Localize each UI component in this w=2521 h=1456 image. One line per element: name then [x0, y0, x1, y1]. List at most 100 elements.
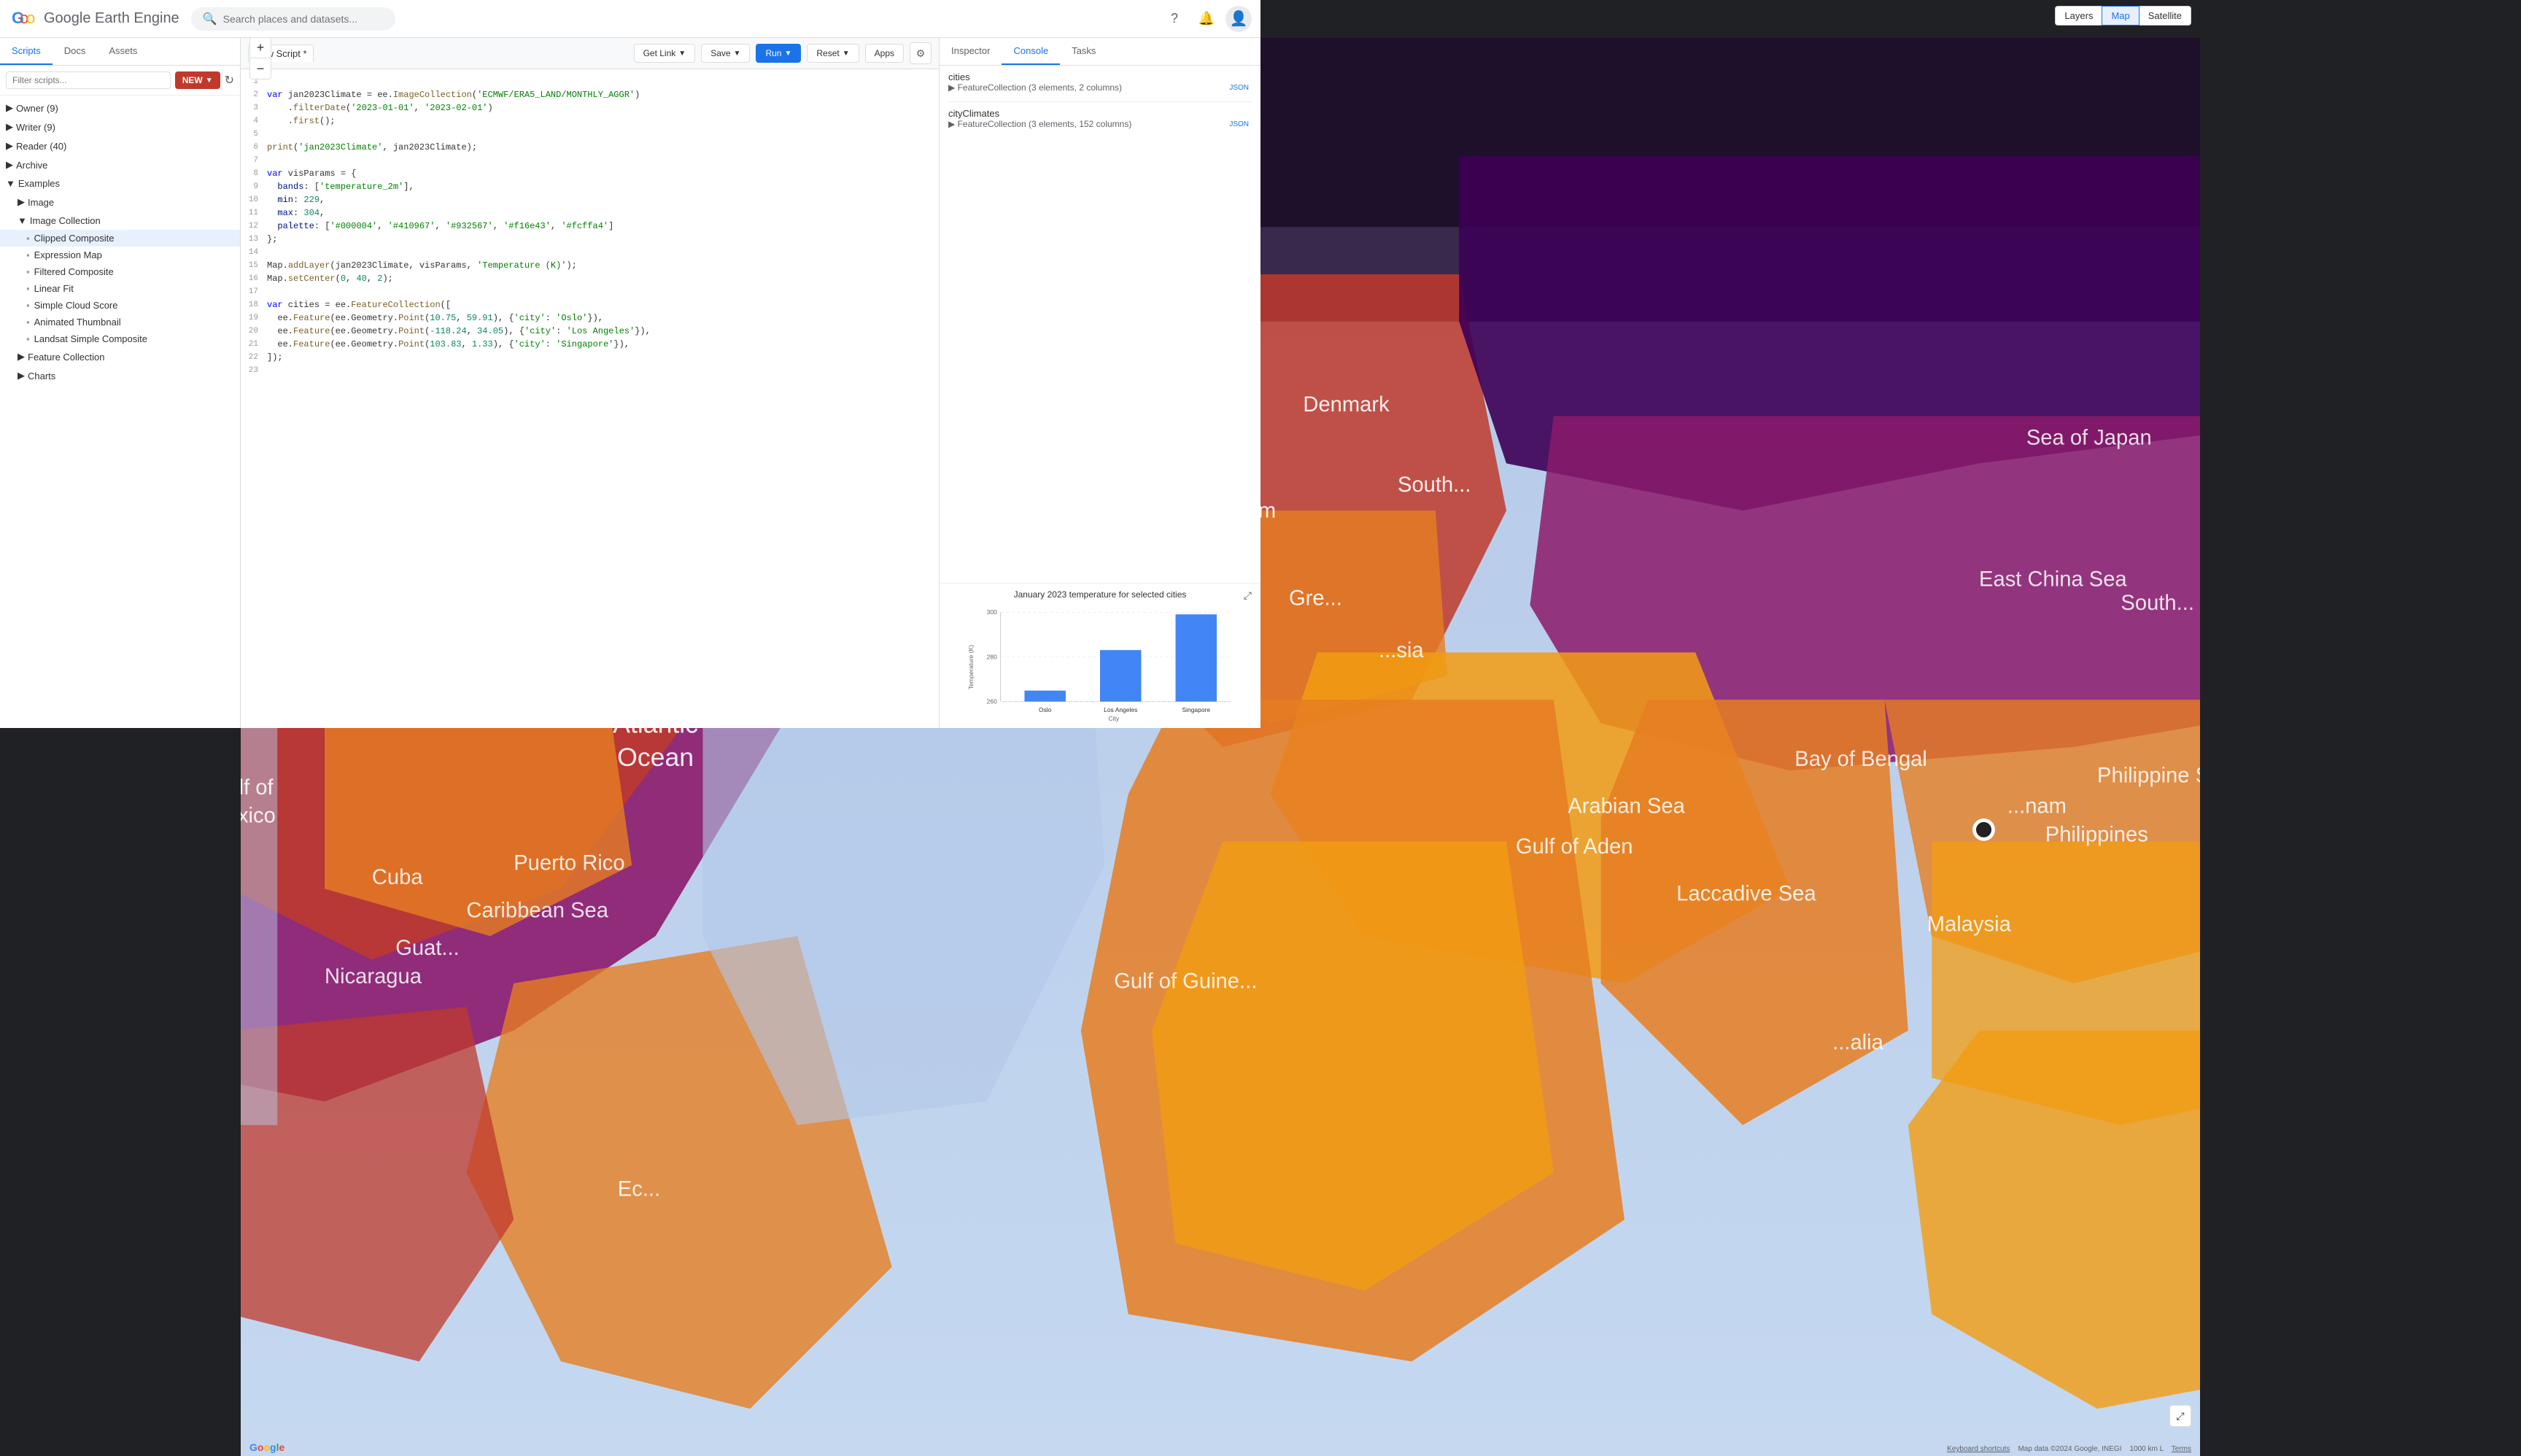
code-line: 7 [241, 154, 939, 167]
search-bar[interactable]: 🔍 [191, 7, 395, 31]
map-type-controls: Layers Map Satellite [2055, 6, 2191, 26]
editor-toolbar: New Script * Get Link ▼ Save ▼ Run ▼ Res… [241, 38, 939, 69]
svg-text:Malaysia: Malaysia [1927, 913, 2012, 937]
chart-title: January 2023 temperature for selected ci… [948, 589, 1252, 600]
chevron-right-icon: ▶ [6, 102, 13, 114]
chevron-down-icon: ▼ [6, 178, 15, 189]
chevron-right-icon: ▶ [18, 351, 25, 363]
get-link-button[interactable]: Get Link ▼ [634, 44, 696, 63]
tree-item-filtered-composite[interactable]: ▪ Filtered Composite [0, 263, 240, 280]
map-type-map-button[interactable]: Map [2102, 6, 2139, 26]
tree-group-examples[interactable]: ▼ Examples [0, 174, 240, 193]
chevron-right-icon: ▶ [6, 121, 13, 133]
tree-item-clipped-composite[interactable]: ▪ Clipped Composite [0, 230, 240, 247]
tree-group-writer[interactable]: ▶ Writer (9) [0, 117, 240, 136]
code-line: 23 [241, 364, 939, 377]
json-badge[interactable]: JSON [1226, 120, 1252, 129]
svg-text:Gulf of Aden: Gulf of Aden [1516, 835, 1633, 859]
new-script-button[interactable]: NEW ▼ [175, 71, 220, 89]
logo-text: Google Earth Engine [44, 10, 179, 27]
tree-group-archive[interactable]: ▶ Archive [0, 155, 240, 174]
dropdown-arrow-icon: ▼ [843, 50, 850, 58]
tab-scripts[interactable]: Scripts [0, 38, 53, 65]
console-divider [948, 101, 1252, 102]
tree-group-feature-collection[interactable]: ▶ Feature Collection [0, 347, 240, 366]
code-line: 22]); [241, 351, 939, 364]
logo: G o o Google Earth Engine [9, 4, 179, 34]
zoom-out-button[interactable]: − [250, 58, 271, 79]
header: G o o Google Earth Engine 🔍 ? 🔔 👤 [0, 0, 1260, 38]
settings-button[interactable]: ⚙ [910, 42, 932, 64]
code-line: 1 [241, 75, 939, 88]
code-line: 12 palette: ['#000004', '#410967', '#932… [241, 220, 939, 233]
code-editor[interactable]: 1 2var jan2023Climate = ee.ImageCollecti… [241, 69, 939, 728]
tree-item-animated-thumbnail[interactable]: ▪ Animated Thumbnail [0, 314, 240, 330]
svg-text:City: City [1109, 715, 1120, 722]
filter-scripts-input[interactable] [6, 71, 171, 89]
run-button[interactable]: Run ▼ [756, 44, 801, 63]
tree-group-image[interactable]: ▶ Image [0, 193, 240, 212]
tree-item-landsat-simple-composite[interactable]: ▪ Landsat Simple Composite [0, 330, 240, 347]
tree-group-owner[interactable]: ▶ Owner (9) [0, 98, 240, 117]
code-line: 6print('jan2023Climate', jan2023Climate)… [241, 141, 939, 154]
svg-text:Guat...: Guat... [395, 937, 460, 960]
code-line: 20 ee.Feature(ee.Geometry.Point(-118.24,… [241, 325, 939, 338]
svg-text:Ec...: Ec... [618, 1178, 660, 1201]
apps-button[interactable]: Apps [865, 44, 904, 63]
console-expand-icon[interactable]: ▶ FeatureCollection (3 elements, 152 col… [948, 119, 1220, 129]
tree-group-image-collection[interactable]: ▼ Image Collection [0, 212, 240, 230]
svg-text:...sia: ...sia [1379, 639, 1424, 662]
tree-group-charts[interactable]: ▶ Charts [0, 366, 240, 385]
save-button[interactable]: Save ▼ [701, 44, 750, 63]
refresh-button[interactable]: ↻ [225, 73, 234, 88]
code-line: 3 .filterDate('2023-01-01', '2023-02-01'… [241, 101, 939, 115]
tab-docs[interactable]: Docs [53, 38, 98, 65]
tree-item-linear-fit[interactable]: ▪ Linear Fit [0, 280, 240, 297]
tab-inspector[interactable]: Inspector [940, 38, 1002, 65]
file-icon: ▪ [26, 266, 30, 277]
svg-text:280: 280 [987, 653, 997, 660]
console-value: ▶ FeatureCollection (3 elements, 152 col… [948, 119, 1252, 129]
console-key: cities [948, 71, 1252, 82]
code-line: 18var cities = ee.FeatureCollection([ [241, 298, 939, 311]
code-line: 11 max: 304, [241, 206, 939, 220]
chart-expand-button[interactable]: ⤢ [1244, 589, 1252, 602]
svg-text:Ocean: Ocean [617, 743, 694, 772]
svg-text:Temperature (K): Temperature (K) [967, 645, 975, 689]
console-key: cityClimates [948, 108, 1252, 119]
map-attribution: Keyboard shortcuts Map data ©2024 Google… [1947, 1445, 2191, 1453]
left-panel: Scripts Docs Assets NEW ▼ ↻ ▶ Owner (9) … [0, 38, 241, 728]
chart-area: January 2023 temperature for selected ci… [940, 583, 1260, 728]
avatar[interactable]: 👤 [1225, 6, 1252, 32]
right-panel: Inspector Console Tasks cities ▶ Feature… [940, 38, 1260, 728]
search-input[interactable] [223, 13, 384, 25]
file-icon: ▪ [26, 233, 30, 244]
layers-button[interactable]: Layers [2055, 6, 2102, 26]
console-item-cities: cities ▶ FeatureCollection (3 elements, … [948, 71, 1252, 93]
tab-tasks[interactable]: Tasks [1060, 38, 1107, 65]
map-type-satellite-button[interactable]: Satellite [2139, 6, 2191, 26]
chevron-right-icon: ▶ [18, 196, 25, 208]
code-line: 16Map.setCenter(0, 40, 2); [241, 272, 939, 285]
svg-text:Laccadive Sea: Laccadive Sea [1676, 883, 1816, 906]
script-toolbar: NEW ▼ ↻ [0, 66, 240, 96]
tree-group-reader[interactable]: ▶ Reader (40) [0, 136, 240, 155]
tree-item-expression-map[interactable]: ▪ Expression Map [0, 247, 240, 263]
tab-console[interactable]: Console [1002, 38, 1060, 65]
notification-button[interactable]: 🔔 [1193, 6, 1220, 32]
zoom-in-button[interactable]: + [250, 37, 271, 58]
reset-button[interactable]: Reset ▼ [807, 44, 859, 63]
tree-item-simple-cloud-score[interactable]: ▪ Simple Cloud Score [0, 297, 240, 314]
svg-text:Los Angeles: Los Angeles [1104, 706, 1137, 713]
svg-text:Sea of Japan: Sea of Japan [2026, 426, 2152, 449]
fullscreen-button[interactable]: ⤢ [2169, 1405, 2191, 1427]
chevron-right-icon: ▶ [6, 140, 13, 152]
json-badge[interactable]: JSON [1226, 83, 1252, 93]
help-button[interactable]: ? [1161, 6, 1188, 32]
svg-text:Gulf of Guine...: Gulf of Guine... [1114, 969, 1257, 993]
tab-assets[interactable]: Assets [97, 38, 149, 65]
svg-text:Nicaragua: Nicaragua [325, 965, 422, 988]
svg-text:Gre...: Gre... [1289, 587, 1342, 611]
code-line: 17 [241, 285, 939, 298]
console-expand-icon[interactable]: ▶ FeatureCollection (3 elements, 2 colum… [948, 82, 1220, 93]
